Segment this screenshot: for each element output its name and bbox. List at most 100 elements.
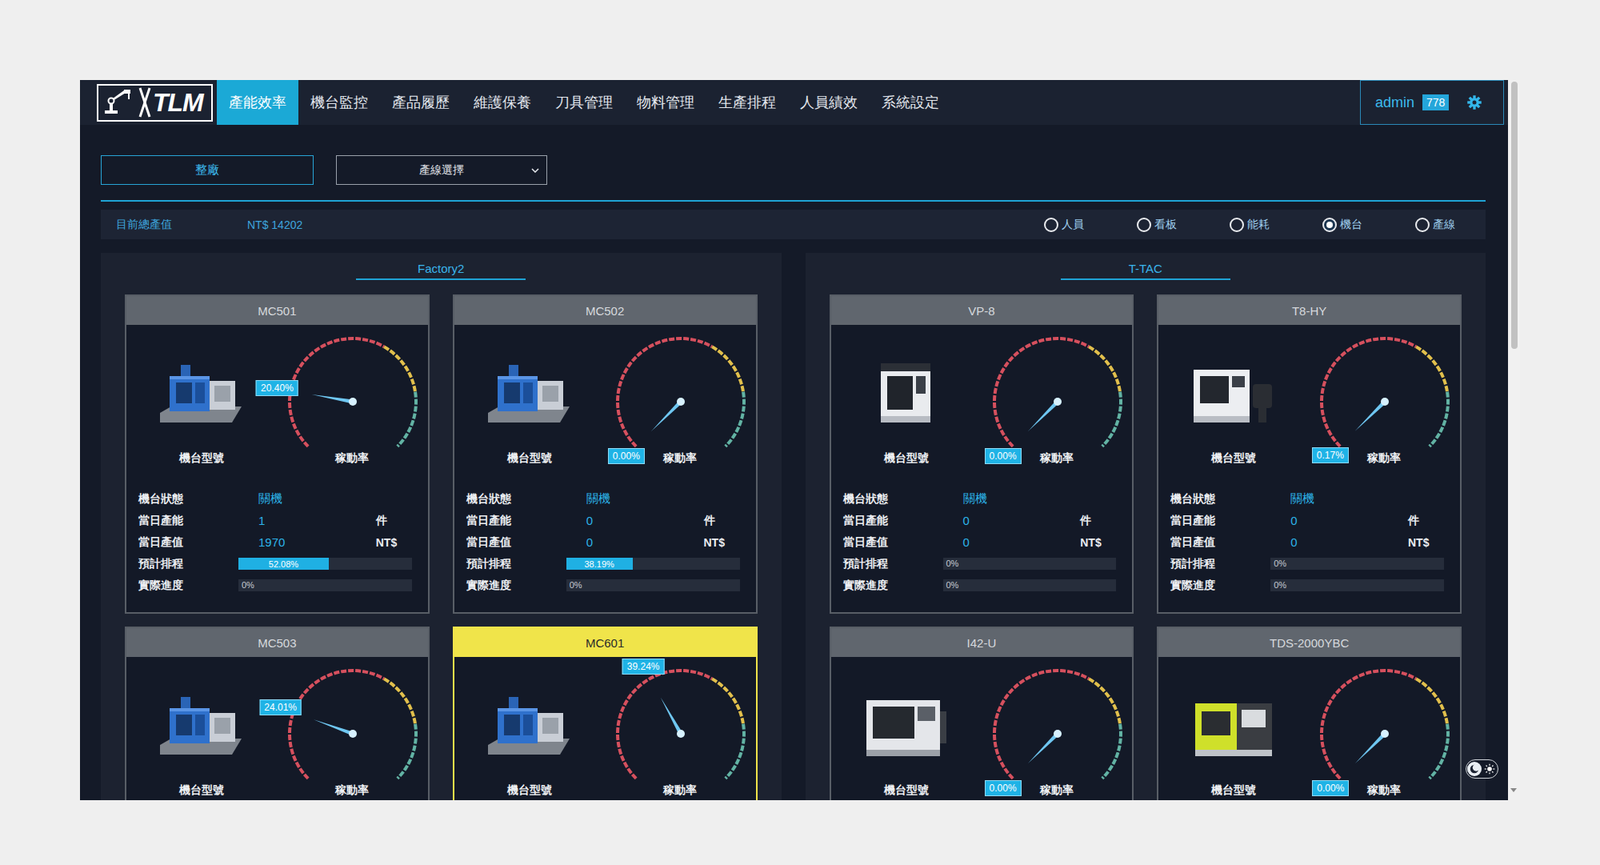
machine-overview: 機台型號 0.00% 稼動率 xyxy=(1158,656,1460,798)
machine-card[interactable]: MC503 機台型號 24.01% 稼動率 xyxy=(124,626,430,800)
gauge-label: 稼動率 xyxy=(276,781,428,798)
dark-mode-knob[interactable] xyxy=(1467,761,1482,776)
progress-bar: 0% xyxy=(943,579,1117,592)
stat-label: 當日產值 xyxy=(466,535,567,550)
gauge-dial-icon xyxy=(1308,656,1460,782)
stat-row: 當日產值 0 NT$ xyxy=(466,531,740,553)
model-label: 機台型號 xyxy=(831,781,982,798)
stat-label: 預計排程 xyxy=(138,556,239,572)
nav-tab[interactable]: 產能效率 xyxy=(216,80,299,125)
total-output-label: 目前總產值 xyxy=(116,217,248,232)
model-label: 機台型號 xyxy=(454,449,605,466)
line-select-value: 產線選擇 xyxy=(419,163,464,178)
progress-reading: 0% xyxy=(943,557,960,570)
scrollbar-thumb[interactable] xyxy=(1511,81,1518,349)
logo[interactable]: TLM xyxy=(96,84,213,122)
nav-tab[interactable]: 維護保養 xyxy=(461,80,544,125)
machine-icon xyxy=(158,692,245,760)
stat-value: 1970 xyxy=(238,535,376,549)
stat-row: 當日產能 0 件 xyxy=(843,509,1117,532)
machine-name: T8-HY xyxy=(1158,296,1460,325)
theme-toggle[interactable] xyxy=(1465,759,1499,779)
stat-unit: 件 xyxy=(376,513,412,528)
stat-label: 機台狀態 xyxy=(138,492,239,507)
radio-circle[interactable] xyxy=(1322,217,1337,232)
nav-tab[interactable]: 人員績效 xyxy=(788,80,870,125)
view-radio-label: 能耗 xyxy=(1247,217,1270,232)
stat-label: 預計排程 xyxy=(1170,556,1271,572)
machine-card[interactable]: MC501 機台型號 20.40% 稼動率 機台狀態 關機 當日產能 1 件當日… xyxy=(124,294,430,614)
machine-overview: 機台型號 20.40% 稼動率 xyxy=(126,324,428,466)
stat-row: 當日產值 0 NT$ xyxy=(843,531,1117,553)
stat-row: 實際進度 0% xyxy=(466,574,740,596)
machine-overview: 機台型號 39.24% 稼動率 xyxy=(454,656,756,798)
stat-value: 0 xyxy=(943,535,1081,549)
scroll-down-icon[interactable] xyxy=(1510,788,1517,792)
view-radio[interactable]: 機台 xyxy=(1322,217,1363,232)
progress-bar: 0% xyxy=(943,557,1117,570)
radio-circle[interactable] xyxy=(1415,217,1430,232)
top-nav: TLM 產能效率機台監控產品履歷維護保養刀具管理物料管理生產排程人員績效系統設定… xyxy=(80,80,1508,125)
machine-card[interactable]: MC601 機台型號 39.24% 稼動率 xyxy=(452,626,758,800)
gauge-dial-icon xyxy=(981,324,1132,450)
view-radio[interactable]: 看板 xyxy=(1136,217,1177,232)
stat-label: 機台狀態 xyxy=(1170,492,1271,507)
stat-row: 預計排程 0% xyxy=(1170,552,1444,575)
machine-card[interactable]: MC502 機台型號 0.00% 稼動率 機台狀態 關機 當日產能 0 件當日產… xyxy=(452,294,758,614)
utilization-gauge: 20.40% 稼動率 xyxy=(276,324,428,466)
machine-picture-column: 機台型號 xyxy=(126,324,277,466)
progress-bar: 52.08% xyxy=(238,557,412,570)
app: TLM 產能效率機台監控產品履歷維護保養刀具管理物料管理生產排程人員績效系統設定… xyxy=(80,80,1508,800)
nav-tab[interactable]: 產品履歷 xyxy=(380,80,462,125)
machine-overview: 機台型號 24.01% 稼動率 xyxy=(126,656,428,798)
radio-circle[interactable] xyxy=(1044,217,1059,232)
light-mode-knob[interactable] xyxy=(1482,761,1497,776)
model-label: 機台型號 xyxy=(831,449,982,466)
scrollbar[interactable] xyxy=(1508,80,1520,800)
gauge-label: 稼動率 xyxy=(276,449,428,466)
machine-picture-column: 機台型號 xyxy=(1158,324,1309,466)
nav-tab[interactable]: 刀具管理 xyxy=(543,80,625,125)
machine-picture xyxy=(126,656,277,782)
machine-name: I42-U xyxy=(831,628,1133,657)
scope-button[interactable]: 整廠 xyxy=(100,155,314,185)
utilization-badge: 0.00% xyxy=(608,448,645,464)
stat-label: 當日產能 xyxy=(843,513,944,528)
stat-label: 機台狀態 xyxy=(843,492,944,507)
utilization-badge: 24.01% xyxy=(259,699,302,716)
stat-value: 0 xyxy=(566,535,704,549)
machine-card[interactable]: I42-U 機台型號 0.00% 稼動率 xyxy=(829,626,1135,800)
stat-label: 當日產值 xyxy=(138,535,239,550)
utilization-badge: 0.00% xyxy=(984,780,1022,796)
gear-icon[interactable] xyxy=(1466,94,1483,111)
app-window: TLM 產能效率機台監控產品履歷維護保養刀具管理物料管理生產排程人員績效系統設定… xyxy=(80,80,1520,800)
nav-tab[interactable]: 物料管理 xyxy=(624,80,707,125)
machine-icon xyxy=(863,360,950,428)
view-radio[interactable]: 能耗 xyxy=(1229,217,1270,232)
machine-card[interactable]: TDS-2000YBC 機台型號 0.00% 稼動率 xyxy=(1156,626,1462,800)
nav-tab[interactable]: 系統設定 xyxy=(869,80,952,125)
view-radio-label: 產線 xyxy=(1432,217,1456,232)
machine-icon xyxy=(158,360,245,428)
view-radio[interactable]: 產線 xyxy=(1415,217,1456,232)
stat-label: 當日產值 xyxy=(1170,535,1271,550)
stat-value: 0 xyxy=(566,513,704,528)
machine-card[interactable]: T8-HY 機台型號 0.17% 稼動率 機台狀態 關機 當日產能 0 件當日產… xyxy=(1156,294,1462,614)
utilization-gauge: 0.17% 稼動率 xyxy=(1308,324,1460,466)
stat-row: 機台狀態 關機 xyxy=(138,488,412,510)
machine-card[interactable]: VP-8 機台型號 0.00% 稼動率 機台狀態 關機 當日產能 0 件當日產值… xyxy=(829,294,1135,614)
nav-tab[interactable]: 生產排程 xyxy=(706,80,788,125)
user-box[interactable]: admin 778 xyxy=(1360,80,1504,125)
stat-unit: NT$ xyxy=(1080,536,1116,549)
machine-card-body: 機台型號 0.00% 稼動率 機台狀態 關機 當日產能 0 件當日產值 0 NT… xyxy=(831,324,1133,612)
machine-name: MC502 xyxy=(454,296,756,325)
radio-circle[interactable] xyxy=(1136,217,1152,232)
view-radio[interactable]: 人員 xyxy=(1044,217,1084,232)
radio-circle[interactable] xyxy=(1229,217,1244,232)
stat-value: 關機 xyxy=(566,491,704,507)
nav-tab[interactable]: 機台監控 xyxy=(298,80,380,125)
stat-row: 機台狀態 關機 xyxy=(466,488,740,510)
machine-picture-column: 機台型號 xyxy=(454,656,605,798)
user-name[interactable]: admin xyxy=(1375,94,1415,112)
line-select[interactable]: 產線選擇 xyxy=(336,155,548,185)
